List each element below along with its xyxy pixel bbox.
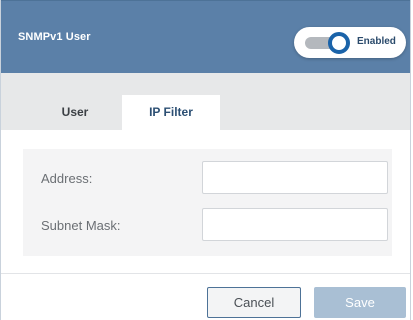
enabled-toggle-label: Enabled [357, 36, 396, 47]
subnet-mask-label: Subnet Mask: [41, 218, 121, 233]
save-button[interactable]: Save [314, 287, 406, 318]
tab-user[interactable]: User [35, 95, 115, 130]
enabled-toggle[interactable]: Enabled [294, 27, 406, 58]
tab-ip-filter[interactable]: IP Filter [122, 95, 220, 130]
subnet-mask-field[interactable] [202, 208, 388, 241]
tab-bar: User IP Filter [1, 73, 410, 130]
snmp-user-dialog: SNMPv1 User Enabled User IP Filter Addre… [0, 0, 411, 320]
ip-filter-panel: Address: Subnet Mask: [23, 149, 392, 256]
dialog-title: SNMPv1 User [18, 31, 91, 43]
dialog-header: SNMPv1 User Enabled [1, 0, 410, 74]
address-field[interactable] [202, 161, 388, 194]
toggle-knob [328, 32, 350, 54]
cancel-button[interactable]: Cancel [207, 287, 301, 318]
address-label: Address: [41, 171, 93, 186]
footer-divider [1, 273, 410, 274]
